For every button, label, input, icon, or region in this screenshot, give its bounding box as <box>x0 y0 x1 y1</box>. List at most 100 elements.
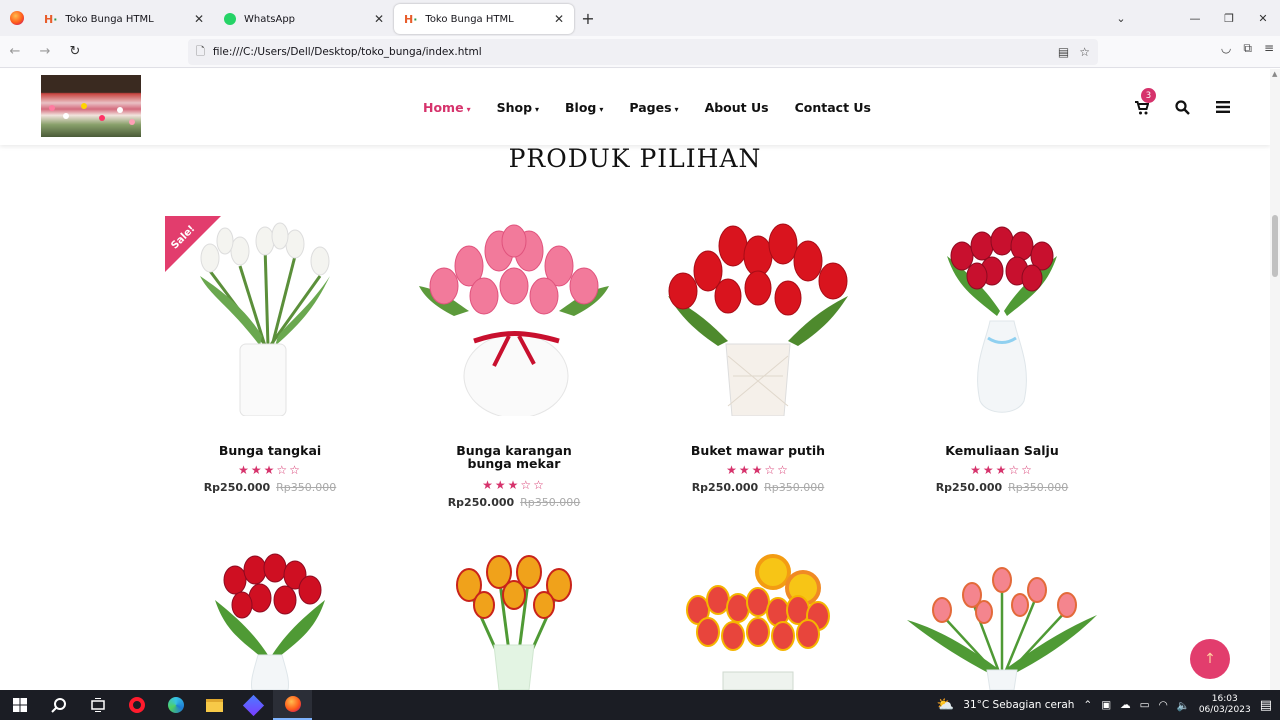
product-rating-stars: ★★★☆☆ <box>238 463 302 477</box>
product-name[interactable]: Bunga karangan bunga mekar <box>434 444 594 470</box>
browser-tab-bar: H· Toko Bunga HTML ✕ WhatsApp ✕ H· Toko … <box>0 0 1280 36</box>
taskbar-search-icon[interactable] <box>39 690 78 720</box>
back-to-top-button[interactable]: ↑ <box>1190 639 1230 679</box>
restore-button[interactable]: ❐ <box>1212 12 1246 25</box>
site-header: Home ▾ Shop ▾ Blog ▾ Pages ▾ About Us Contac… <box>0 69 1270 145</box>
windows-taskbar: ⛅ 31°C Sebagian cerah ⌃ ▣ ☁ ▭ ◠ 🔈 16:03 … <box>0 690 1280 720</box>
scroll-up-icon[interactable]: ▲ <box>1272 70 1277 78</box>
product-card[interactable] <box>902 550 1102 690</box>
weather-icon[interactable]: ⛅ <box>937 697 954 713</box>
file-icon: 🗋 <box>196 44 205 58</box>
product-rating-stars: ★★★☆☆ <box>482 478 546 492</box>
tulips-glass-vase-illustration <box>947 226 1057 413</box>
cart-icon <box>1135 101 1150 115</box>
search-icon <box>50 698 66 713</box>
product-image[interactable] <box>902 550 1102 690</box>
pocket-icon[interactable]: ◡ <box>1221 41 1231 56</box>
url-text: file:///C:/Users/Dell/Desktop/toko_bunga… <box>212 46 482 58</box>
product-card[interactable]: Bunga karangan bunga mekar ★★★☆☆ Rp250.0… <box>414 216 614 509</box>
product-name[interactable]: Buket mawar putih <box>658 444 858 457</box>
product-card[interactable]: Kemuliaan Salju ★★★☆☆ Rp250.000 Rp350.000 <box>902 216 1102 494</box>
windows-logo-icon <box>12 698 27 712</box>
yellow-red-tulips-illustration <box>456 555 572 690</box>
list-tabs-icon[interactable]: ⌄ <box>1104 12 1138 25</box>
task-view-glyph <box>90 698 105 712</box>
cart-button[interactable]: 3 <box>1135 88 1156 115</box>
close-tab-icon[interactable]: ✕ <box>374 12 384 26</box>
volume-icon[interactable]: 🔈 <box>1177 699 1190 712</box>
menu-pages[interactable]: Pages ▾ <box>629 100 678 115</box>
firefox-menu-button[interactable] <box>0 0 34 36</box>
opera-icon[interactable] <box>117 690 156 720</box>
battery-icon[interactable]: ▭ <box>1140 699 1150 711</box>
arrow-up-icon: ↑ <box>1204 651 1216 667</box>
new-tab-button[interactable]: + <box>574 9 602 28</box>
menu-contact-us[interactable]: Contact Us <box>795 100 871 115</box>
chevron-down-icon: ▾ <box>599 104 604 114</box>
app-icon[interactable] <box>234 690 273 720</box>
main-menu: Home ▾ Shop ▾ Blog ▾ Pages ▾ About Us Contac… <box>423 69 871 145</box>
product-image[interactable] <box>170 550 370 690</box>
menu-home[interactable]: Home ▾ <box>423 100 471 115</box>
task-view-icon[interactable] <box>78 690 117 720</box>
tab-whatsapp[interactable]: WhatsApp ✕ <box>214 4 394 34</box>
site-logo[interactable] <box>41 75 141 137</box>
product-card[interactable] <box>414 550 614 690</box>
tab-toko-bunga-1[interactable]: H· Toko Bunga HTML ✕ <box>34 4 214 34</box>
product-card[interactable] <box>658 550 858 690</box>
product-image[interactable] <box>658 216 858 417</box>
product-card[interactable] <box>170 550 370 690</box>
product-name[interactable]: Bunga tangkai <box>170 444 370 457</box>
hamburger-icon[interactable] <box>1216 101 1230 113</box>
meet-now-icon[interactable]: ▣ <box>1101 699 1111 711</box>
extensions-icon[interactable]: ⧉ <box>1243 41 1252 56</box>
minimize-button[interactable]: — <box>1178 12 1212 25</box>
weather-text[interactable]: 31°C Sebagian cerah <box>963 699 1074 711</box>
product-card[interactable]: Sale! Bunga tangkai ★★★☆☆ Rp250.000 Rp350… <box>165 216 370 494</box>
back-icon[interactable]: ← <box>0 44 30 59</box>
menu-blog[interactable]: Blog ▾ <box>565 100 603 115</box>
product-image[interactable] <box>414 550 614 690</box>
product-old-price: Rp350.000 <box>764 481 825 494</box>
close-tab-icon[interactable]: ✕ <box>554 12 564 26</box>
reload-icon[interactable]: ↻ <box>60 44 90 59</box>
chevron-up-icon[interactable]: ⌃ <box>1083 699 1092 711</box>
close-window-button[interactable]: ✕ <box>1246 12 1280 25</box>
bookmark-star-icon[interactable]: ☆ <box>1079 45 1090 59</box>
onedrive-icon[interactable]: ☁ <box>1120 699 1131 711</box>
wifi-icon[interactable]: ◠ <box>1159 699 1168 711</box>
product-image[interactable] <box>414 216 614 419</box>
product-old-price: Rp350.000 <box>1008 481 1069 494</box>
clock[interactable]: 16:03 06/03/2023 <box>1199 694 1251 716</box>
scrollbar-thumb[interactable] <box>1272 215 1278 277</box>
windows-start-button[interactable] <box>0 690 39 720</box>
menu-shop[interactable]: Shop ▾ <box>497 100 539 115</box>
url-bar[interactable]: 🗋 file:///C:/Users/Dell/Desktop/toko_bun… <box>188 39 1098 65</box>
chevron-down-icon: ▾ <box>535 104 540 114</box>
tab-toko-bunga-2[interactable]: H· Toko Bunga HTML ✕ <box>394 4 574 34</box>
sunflower-tulips-illustration <box>686 554 830 690</box>
browser-nav-bar: ← → ↻ 🗋 file:///C:/Users/Dell/Desktop/to… <box>0 36 1280 68</box>
tab-title: WhatsApp <box>244 13 296 25</box>
search-icon[interactable] <box>1175 99 1190 115</box>
firefox-taskbar-icon[interactable] <box>273 690 312 720</box>
product-price: Rp250.000 Rp350.000 <box>935 481 1069 494</box>
product-card[interactable]: Buket mawar putih ★★★☆☆ Rp250.000 Rp350.0… <box>658 216 858 494</box>
red-tulips-illustration <box>668 223 848 417</box>
hamburger-menu-icon[interactable]: ≡ <box>1264 41 1274 56</box>
edge-icon[interactable] <box>156 690 195 720</box>
page-scrollbar[interactable] <box>1270 69 1280 690</box>
reader-view-icon[interactable]: ▤ <box>1058 45 1069 59</box>
product-name[interactable]: Kemuliaan Salju <box>902 444 1102 457</box>
notifications-icon[interactable]: ▤ <box>1260 698 1272 713</box>
forward-icon[interactable]: → <box>30 44 60 59</box>
menu-about-us[interactable]: About Us <box>705 100 769 115</box>
close-tab-icon[interactable]: ✕ <box>194 12 204 26</box>
clock-date: 06/03/2023 <box>1198 705 1251 715</box>
chevron-down-icon: ▾ <box>466 104 471 114</box>
product-image[interactable] <box>902 216 1102 416</box>
product-image[interactable] <box>658 550 858 690</box>
red-tulips-vase-illustration <box>215 553 325 690</box>
product-old-price: Rp350.000 <box>276 481 337 494</box>
file-explorer-icon[interactable] <box>195 690 234 720</box>
